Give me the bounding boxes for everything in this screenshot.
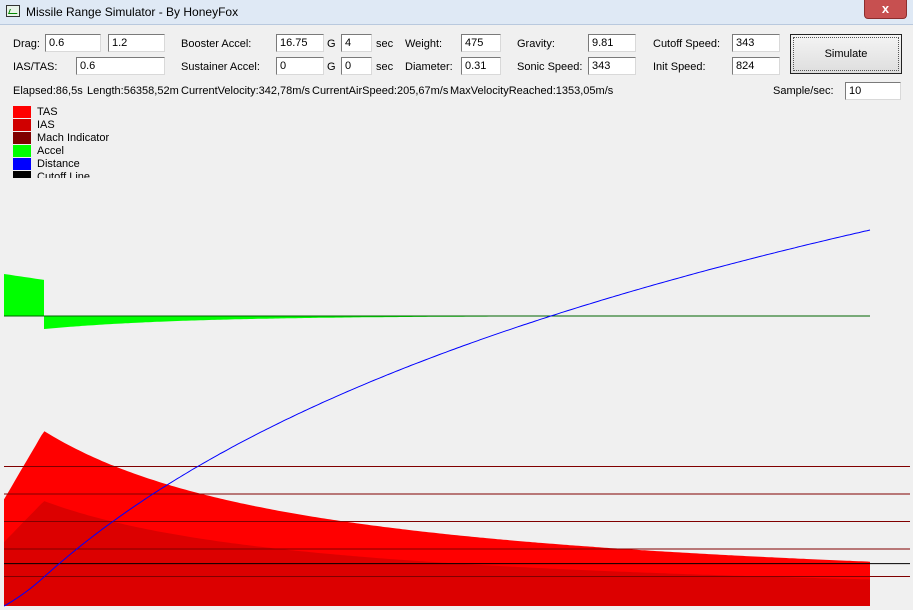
booster-accel-input[interactable]: 16.75 bbox=[276, 34, 324, 52]
chart-legend: TAS IAS Mach Indicator Accel Distance Cutoff … bbox=[4, 104, 114, 178]
ias-tas-input[interactable]: 0.6 bbox=[76, 57, 165, 75]
gravity-label: Gravity: bbox=[517, 38, 555, 50]
booster-g-unit: G bbox=[327, 38, 336, 50]
drag-input-1[interactable]: 0.6 bbox=[45, 34, 101, 52]
sustainer-accel-input[interactable]: 0 bbox=[276, 57, 324, 75]
legend-label-tas: TAS bbox=[37, 106, 58, 118]
init-speed-label: Init Speed: bbox=[653, 61, 706, 73]
sample-rate-label: Sample/sec: bbox=[773, 85, 834, 97]
legend-label-distance: Distance bbox=[37, 158, 80, 170]
length-readout: Length:56358,52m bbox=[87, 85, 179, 97]
legend-swatch-cutoff-line bbox=[13, 171, 31, 178]
sonic-speed-input[interactable]: 343 bbox=[588, 57, 636, 75]
legend-label-accel: Accel bbox=[37, 145, 64, 157]
sonic-speed-label: Sonic Speed: bbox=[517, 61, 583, 73]
ias-tas-label: IAS/TAS: bbox=[13, 61, 58, 73]
booster-sec-input[interactable]: 4 bbox=[341, 34, 372, 52]
weight-label: Weight: bbox=[405, 38, 443, 50]
cutoff-speed-input[interactable]: 343 bbox=[732, 34, 780, 52]
legend-swatch-distance bbox=[13, 158, 31, 170]
elapsed-readout: Elapsed:86,5s bbox=[13, 85, 83, 97]
legend-swatch-mach-indicator bbox=[13, 132, 31, 144]
current-velocity-readout: CurrentVelocity:342,78m/s bbox=[181, 85, 311, 97]
simulation-chart bbox=[4, 229, 910, 607]
current-airspeed-readout: CurrentAirSpeed:205,67m/s bbox=[312, 85, 449, 97]
cutoff-speed-label: Cutoff Speed: bbox=[653, 38, 721, 50]
legend-label-ias: IAS bbox=[37, 119, 55, 131]
drag-label: Drag: bbox=[13, 38, 40, 50]
weight-input[interactable]: 475 bbox=[461, 34, 501, 52]
app-icon bbox=[6, 5, 20, 17]
legend-label-cutoff-line: Cutoff Line bbox=[37, 171, 91, 178]
gravity-input[interactable]: 9.81 bbox=[588, 34, 636, 52]
legend-swatch-tas bbox=[13, 106, 31, 118]
booster-sec-unit: sec bbox=[376, 38, 394, 50]
sustainer-sec-input[interactable]: 0 bbox=[341, 57, 372, 75]
legend-swatch-accel bbox=[13, 145, 31, 157]
diameter-label: Diameter: bbox=[405, 61, 453, 73]
sustainer-accel-label: Sustainer Accel: bbox=[181, 61, 260, 73]
close-button[interactable]: x bbox=[864, 0, 907, 19]
legend-swatch-ias bbox=[13, 119, 31, 131]
sustainer-g-unit: G bbox=[327, 61, 336, 73]
max-velocity-readout: MaxVelocityReached:1353,05m/s bbox=[450, 85, 614, 97]
window-title: Missile Range Simulator - By HoneyFox bbox=[26, 5, 239, 19]
sustainer-sec-unit: sec bbox=[376, 61, 394, 73]
sample-rate-input[interactable]: 10 bbox=[845, 82, 901, 100]
booster-accel-label: Booster Accel: bbox=[181, 38, 252, 50]
title-bar: Missile Range Simulator - By HoneyFox x bbox=[0, 0, 913, 25]
simulate-button[interactable]: Simulate bbox=[790, 34, 902, 74]
diameter-input[interactable]: 0.31 bbox=[461, 57, 501, 75]
legend-label-mach-indicator: Mach Indicator bbox=[37, 132, 110, 144]
accel-area bbox=[4, 274, 870, 329]
drag-input-2[interactable]: 1.2 bbox=[108, 34, 165, 52]
init-speed-input[interactable]: 824 bbox=[732, 57, 780, 75]
